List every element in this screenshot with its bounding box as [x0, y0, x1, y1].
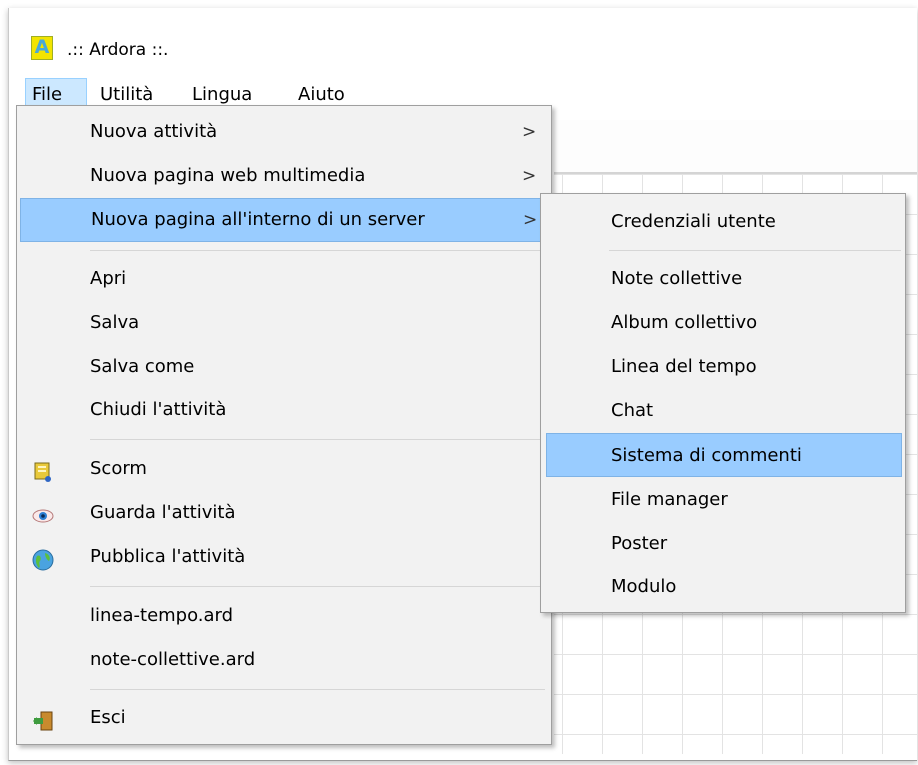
menu-separator — [90, 250, 545, 251]
submenu-arrow-icon: > — [522, 122, 537, 142]
ardora-logo-icon: A — [31, 36, 53, 60]
menu-item-apri[interactable]: Apri — [20, 259, 548, 299]
title-bar: A .:: Ardora ::. — [9, 8, 917, 73]
menu-item-pubblica[interactable]: Pubblica l'attività — [20, 537, 548, 577]
window-title: .:: Ardora ::. — [67, 40, 169, 60]
exit-door-icon — [32, 707, 54, 731]
menu-item-nuova-pagina-server[interactable]: Nuova pagina all'interno di un server > — [20, 198, 548, 242]
menu-item-recent-linea-tempo[interactable]: linea-tempo.ard — [20, 596, 548, 636]
menu-item-esci[interactable]: Esci — [20, 698, 548, 738]
submenu-item-sistema-di-commenti[interactable]: Sistema di commenti — [546, 433, 902, 477]
submenu-item-file-manager[interactable]: File manager — [546, 478, 902, 522]
menu-item-chiudi[interactable]: Chiudi l'attività — [20, 390, 548, 430]
submenu-arrow-icon: > — [523, 210, 538, 230]
toolbar-area — [554, 120, 917, 174]
submenu-item-credenziali-utente[interactable]: Credenziali utente — [546, 200, 902, 244]
submenu-item-album-collettivo[interactable]: Album collettivo — [546, 301, 902, 345]
submenu-item-modulo[interactable]: Modulo — [546, 565, 902, 609]
submenu-item-note-collettive[interactable]: Note collettive — [546, 257, 902, 301]
menu-separator — [90, 439, 545, 440]
submenu-item-linea-del-tempo[interactable]: Linea del tempo — [546, 345, 902, 389]
globe-icon — [32, 546, 54, 571]
menu-separator — [90, 586, 545, 587]
menu-item-salva-come[interactable]: Salva come — [20, 347, 548, 387]
menu-item-nuova-pagina-web[interactable]: Nuova pagina web multimedia > — [20, 156, 548, 196]
menu-separator — [609, 250, 901, 251]
menu-item-recent-note-collettive[interactable]: note-collettive.ard — [20, 640, 548, 680]
menu-item-scorm[interactable]: Scorm — [20, 449, 548, 489]
submenu-item-poster[interactable]: Poster — [546, 522, 902, 566]
submenu-item-chat[interactable]: Chat — [546, 389, 902, 433]
menu-item-salva[interactable]: Salva — [20, 303, 548, 343]
menu-item-nuova-attivita[interactable]: Nuova attività > — [20, 112, 548, 152]
submenu-arrow-icon: > — [522, 166, 537, 186]
menu-separator — [90, 689, 545, 690]
server-page-submenu: Credenziali utente Note collettive Album… — [540, 193, 906, 613]
package-icon — [32, 458, 54, 482]
file-dropdown-menu: Nuova attività > Nuova pagina web multim… — [16, 105, 552, 745]
eye-icon — [32, 502, 54, 524]
menu-item-guarda[interactable]: Guarda l'attività — [20, 493, 548, 533]
